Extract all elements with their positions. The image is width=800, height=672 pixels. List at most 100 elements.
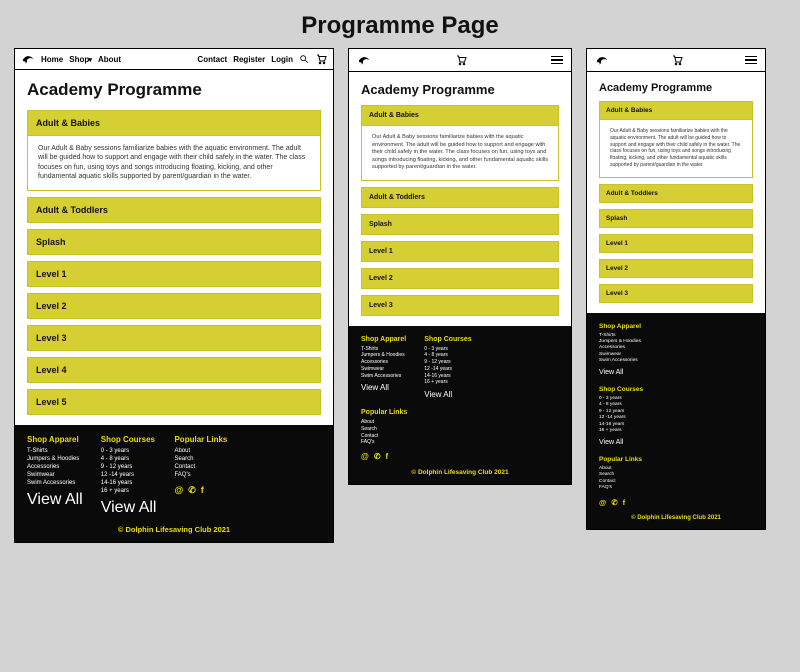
footer-link[interactable]: Jumpers & Hoodies: [361, 352, 406, 359]
footer-col-popular: Popular Links About Search Contact FAQ's…: [361, 409, 559, 461]
accordion-header[interactable]: Level 4: [27, 357, 321, 383]
accordion-header[interactable]: Level 2: [27, 293, 321, 319]
nav-register[interactable]: Register: [233, 55, 265, 64]
footer-link[interactable]: 16 + years: [599, 428, 753, 434]
accordion-header[interactable]: Adult & Babies: [599, 101, 753, 120]
footer-link[interactable]: View All: [424, 390, 452, 399]
whatsapp-icon[interactable]: ✆: [611, 498, 617, 507]
whatsapp-icon[interactable]: ✆: [188, 485, 196, 496]
cart-icon[interactable]: [455, 54, 467, 66]
accordion-header[interactable]: Level 3: [361, 295, 559, 316]
footer-link[interactable]: View All: [599, 439, 623, 446]
footer-link[interactable]: Swimwear: [27, 471, 83, 479]
accordion-header[interactable]: Splash: [361, 214, 559, 235]
footer-link[interactable]: T-Shirts: [27, 447, 83, 455]
footer-link[interactable]: 14-16 years: [101, 479, 157, 487]
copyright: © Dolphin Lifesaving Club 2021: [599, 515, 753, 521]
accordion-header[interactable]: Level 2: [361, 268, 559, 289]
footer-link[interactable]: About: [361, 419, 559, 426]
footer-link[interactable]: Swim Accessories: [361, 373, 406, 380]
nav-about[interactable]: About: [98, 55, 121, 64]
footer-link[interactable]: 12 -14 years: [101, 471, 157, 479]
footer-heading: Shop Courses: [599, 386, 753, 393]
dolphin-logo[interactable]: [21, 52, 35, 66]
footer-link[interactable]: Accessories: [361, 359, 406, 366]
footer-link[interactable]: About: [174, 447, 227, 455]
footer-link[interactable]: Swim Accessories: [27, 479, 83, 487]
footer-link[interactable]: 9 - 12 years: [424, 359, 471, 366]
footer-link[interactable]: 0 - 3 years: [101, 447, 157, 455]
footer-link[interactable]: Swimwear: [361, 366, 406, 373]
whatsapp-icon[interactable]: ✆: [374, 452, 381, 461]
footer-link[interactable]: 4 - 8 years: [424, 352, 471, 359]
accordion-header[interactable]: Adult & Babies: [361, 105, 559, 126]
footer-link[interactable]: Accessories: [27, 463, 83, 471]
hamburger-icon[interactable]: [745, 56, 757, 65]
footer-link[interactable]: 9 - 12 years: [101, 463, 157, 471]
accordion-header[interactable]: Adult & Toddlers: [27, 197, 321, 223]
frames: Home Shop ▾ About Contact Register Login…: [0, 48, 800, 543]
accordion-header[interactable]: Level 1: [361, 241, 559, 262]
accordion-header[interactable]: Adult & Toddlers: [361, 187, 559, 208]
footer-col-courses: Shop Courses 0 - 3 years 4 - 8 years 9 -…: [599, 386, 753, 446]
cart-icon[interactable]: [671, 54, 683, 66]
footer-link[interactable]: View All: [101, 499, 157, 516]
facebook-icon[interactable]: f: [623, 498, 626, 507]
facebook-icon[interactable]: f: [201, 485, 204, 496]
frame-desktop: Home Shop ▾ About Contact Register Login…: [14, 48, 334, 543]
footer-link[interactable]: Search: [174, 455, 227, 463]
footer-link[interactable]: FAQ's: [174, 471, 227, 479]
accordion-header[interactable]: Level 3: [599, 284, 753, 303]
footer-link[interactable]: FAQ's: [599, 485, 753, 491]
hamburger-icon[interactable]: [551, 56, 563, 65]
accordion-panel: Our Adult & Baby sessions familiarize ba…: [361, 126, 559, 181]
social-icons: @ ✆ f: [174, 485, 227, 496]
footer-link[interactable]: View All: [27, 491, 83, 508]
footer-col-courses: Shop Courses 0 - 3 years 4 - 8 years 9 -…: [101, 435, 157, 518]
accordion-header[interactable]: Level 2: [599, 259, 753, 278]
footer-heading: Shop Courses: [424, 336, 471, 343]
footer-link[interactable]: 12 -14 years: [424, 366, 471, 373]
accordion: Adult & Babies Our Adult & Baby sessions…: [599, 101, 753, 303]
nav-home[interactable]: Home: [41, 55, 63, 64]
footer-link[interactable]: 16 + years: [424, 379, 471, 386]
footer-link[interactable]: Swim Accessories: [599, 358, 753, 364]
at-icon[interactable]: @: [599, 498, 606, 507]
accordion-header[interactable]: Splash: [599, 209, 753, 228]
at-icon[interactable]: @: [174, 485, 183, 496]
footer-link[interactable]: 0 - 3 years: [424, 346, 471, 353]
nav-login[interactable]: Login: [271, 55, 293, 64]
footer-link[interactable]: FAQ's: [361, 439, 559, 446]
search-icon[interactable]: [299, 54, 309, 64]
footer-link[interactable]: 14-16 years: [424, 373, 471, 380]
nav-contact[interactable]: Contact: [197, 55, 227, 64]
footer-link[interactable]: View All: [361, 383, 389, 392]
footer: Shop Apparel T-Shirts Jumpers & Hoodies …: [587, 313, 765, 529]
accordion-item-open: Adult & Babies Our Adult & Baby sessions…: [27, 110, 321, 191]
footer-link[interactable]: T-Shirts: [361, 346, 406, 353]
nav-shop[interactable]: Shop ▾: [69, 55, 92, 64]
footer-col-courses: Shop Courses 0 - 3 years 4 - 8 years 9 -…: [424, 336, 471, 400]
accordion-header[interactable]: Level 3: [27, 325, 321, 351]
copyright: © Dolphin Lifesaving Club 2021: [27, 525, 321, 534]
footer-link[interactable]: Jumpers & Hoodies: [27, 455, 83, 463]
footer-link[interactable]: 16 + years: [101, 487, 157, 495]
navbar: Home Shop ▾ About Contact Register Login: [15, 49, 333, 70]
accordion-header[interactable]: Splash: [27, 229, 321, 255]
accordion-header[interactable]: Adult & Toddlers: [599, 184, 753, 203]
footer-link[interactable]: 4 - 8 years: [101, 455, 157, 463]
accordion-header[interactable]: Level 1: [27, 261, 321, 287]
footer-link[interactable]: Contact: [174, 463, 227, 471]
footer-link[interactable]: Search: [361, 426, 559, 433]
facebook-icon[interactable]: f: [386, 452, 389, 461]
at-icon[interactable]: @: [361, 452, 369, 461]
dolphin-logo[interactable]: [595, 53, 609, 67]
footer-link[interactable]: View All: [599, 369, 623, 376]
footer-link[interactable]: Contact: [361, 433, 559, 440]
dolphin-logo[interactable]: [357, 53, 371, 67]
accordion-header[interactable]: Adult & Babies: [27, 110, 321, 136]
footer-heading: Popular Links: [599, 456, 753, 463]
accordion-header[interactable]: Level 5: [27, 389, 321, 415]
accordion-header[interactable]: Level 1: [599, 234, 753, 253]
cart-icon[interactable]: [315, 53, 327, 65]
